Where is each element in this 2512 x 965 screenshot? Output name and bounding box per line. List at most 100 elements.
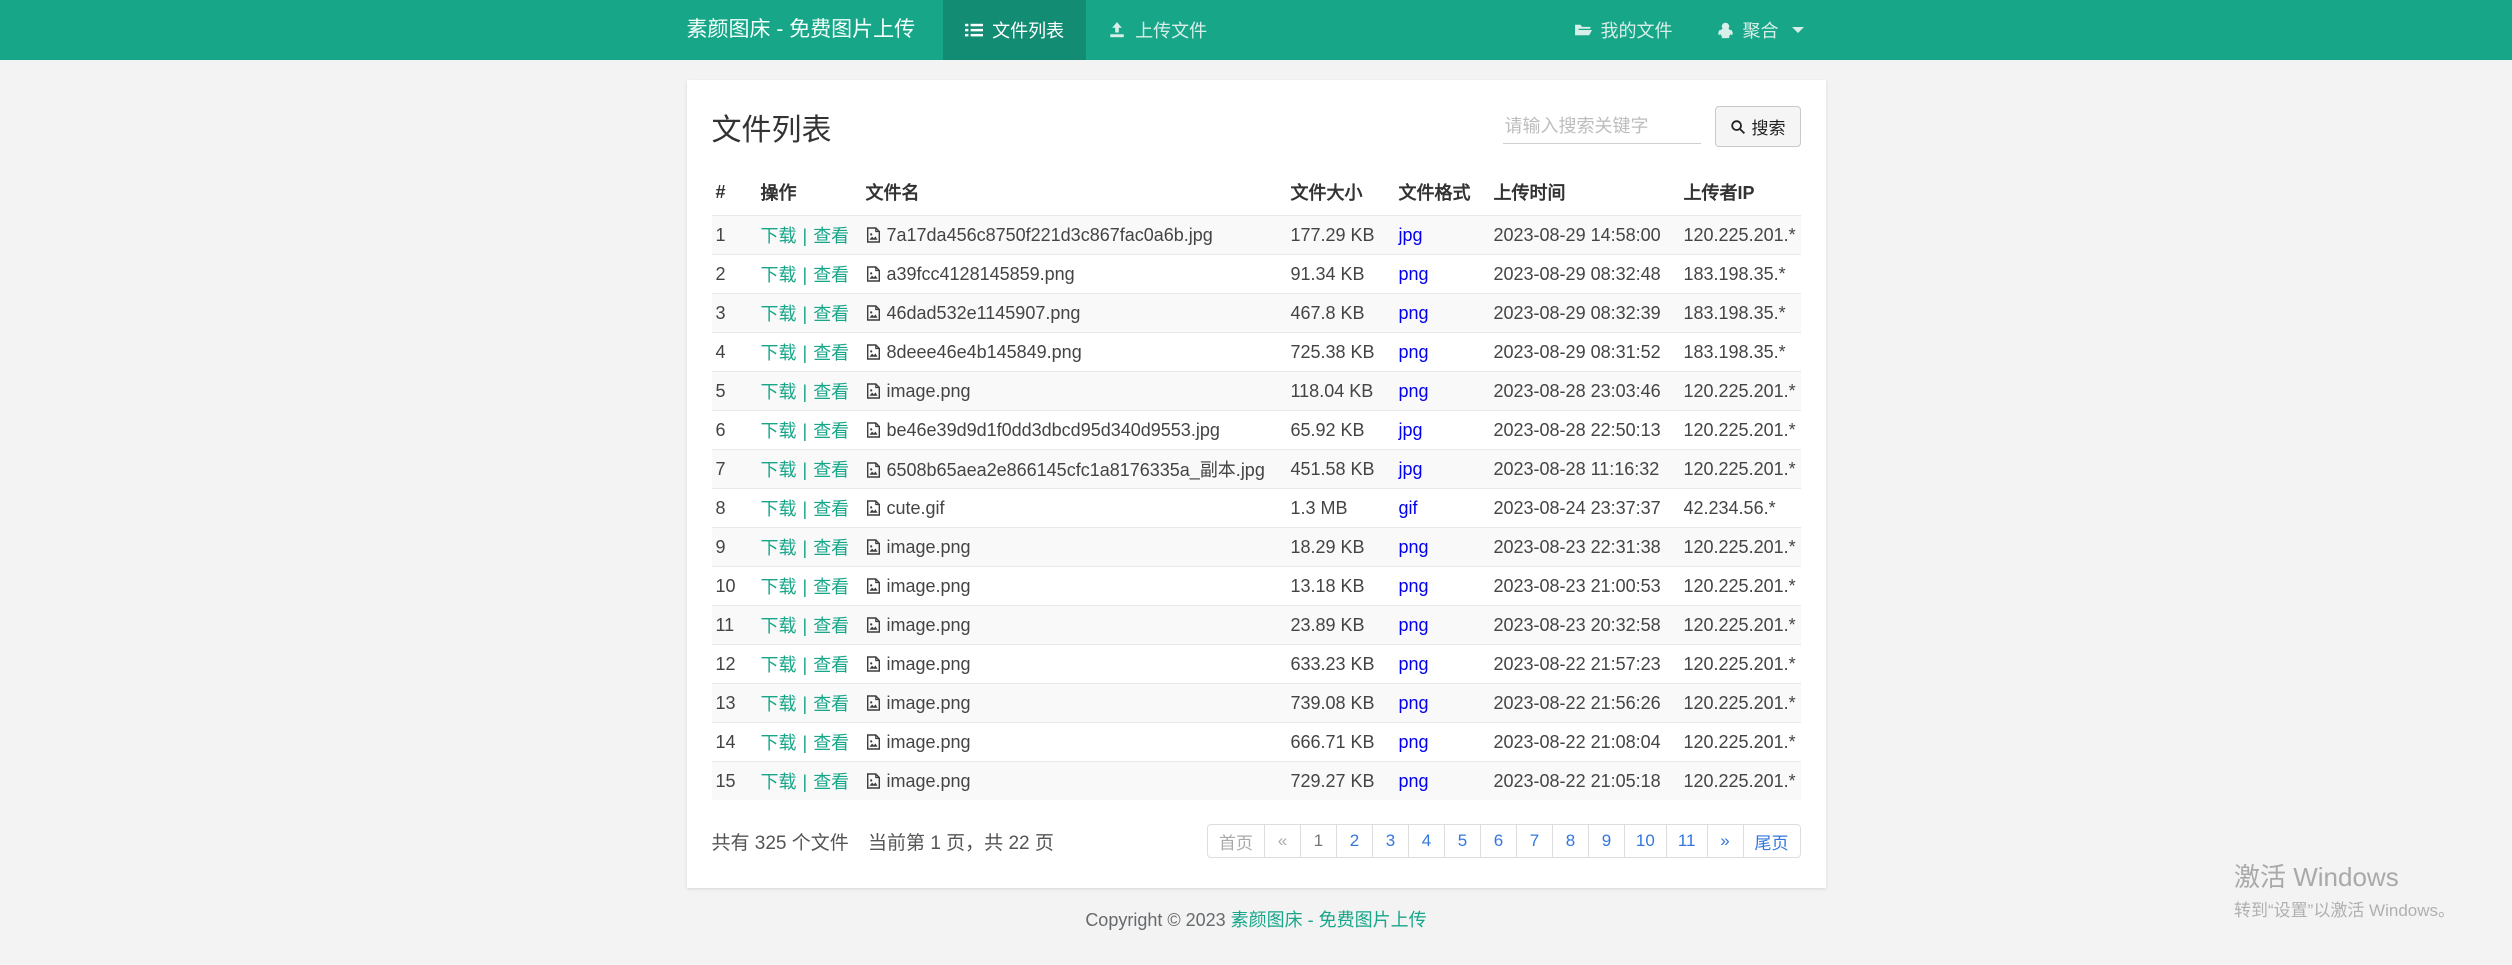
nav-item-file-list[interactable]: 文件列表 <box>943 0 1086 60</box>
view-link[interactable]: 查看 <box>813 382 849 402</box>
download-link[interactable]: 下载 <box>761 382 797 402</box>
file-format-link[interactable]: png <box>1399 576 1429 596</box>
file-size: 666.71 KB <box>1287 723 1395 762</box>
file-format-link[interactable]: jpg <box>1399 459 1423 479</box>
file-format-link[interactable]: png <box>1399 771 1429 791</box>
page-5[interactable]: 5 <box>1444 824 1481 858</box>
page-11[interactable]: 11 <box>1666 824 1708 858</box>
view-link[interactable]: 查看 <box>813 421 849 441</box>
view-link[interactable]: 查看 <box>813 343 849 363</box>
page-2[interactable]: 2 <box>1336 824 1373 858</box>
uploader-ip: 120.225.201.* <box>1680 606 1801 645</box>
row-index: 8 <box>712 489 757 528</box>
download-link[interactable]: 下载 <box>761 265 797 285</box>
table-row: 8 下载|查看 cute.gif 1.3 MB gif 2023-08-24 2… <box>712 489 1801 528</box>
view-link[interactable]: 查看 <box>813 733 849 753</box>
row-actions: 下载|查看 <box>757 645 862 684</box>
file-name: 6508b65aea2e866145cfc1a8176335a_副本.jpg <box>887 460 1265 480</box>
download-link[interactable]: 下载 <box>761 343 797 363</box>
download-link[interactable]: 下载 <box>761 304 797 324</box>
file-format-link[interactable]: png <box>1399 615 1429 635</box>
copyright-text: Copyright © 2023 <box>1085 910 1230 930</box>
search-button[interactable]: 搜索 <box>1715 106 1801 147</box>
file-image-icon <box>866 656 881 672</box>
download-link[interactable]: 下载 <box>761 421 797 441</box>
list-icon <box>965 21 983 39</box>
file-format-link[interactable]: png <box>1399 732 1429 752</box>
download-link[interactable]: 下载 <box>761 226 797 246</box>
file-name-cell: image.png <box>862 684 1287 723</box>
file-format-link[interactable]: png <box>1399 654 1429 674</box>
file-size: 729.27 KB <box>1287 762 1395 801</box>
footer-site-link[interactable]: 素颜图床 - 免费图片上传 <box>1231 910 1427 930</box>
download-link[interactable]: 下载 <box>761 694 797 714</box>
file-image-icon <box>866 422 881 438</box>
download-link[interactable]: 下载 <box>761 460 797 480</box>
page-8[interactable]: 8 <box>1552 824 1589 858</box>
nav-item-label: 上传文件 <box>1135 17 1207 43</box>
file-format-link[interactable]: jpg <box>1399 420 1423 440</box>
nav-item-aggregate[interactable]: 聚合 <box>1695 0 1826 60</box>
file-name-cell: a39fcc4128145859.png <box>862 255 1287 294</box>
page-3[interactable]: 3 <box>1372 824 1409 858</box>
view-link[interactable]: 查看 <box>813 694 849 714</box>
download-link[interactable]: 下载 <box>761 577 797 597</box>
file-format-link[interactable]: png <box>1399 381 1429 401</box>
page-4[interactable]: 4 <box>1408 824 1445 858</box>
view-link[interactable]: 查看 <box>813 538 849 558</box>
nav-item-my-files[interactable]: 我的文件 <box>1552 0 1695 60</box>
view-link[interactable]: 查看 <box>813 304 849 324</box>
page-9[interactable]: 9 <box>1588 824 1625 858</box>
page-last[interactable]: 尾页 <box>1743 824 1801 858</box>
page-6[interactable]: 6 <box>1480 824 1517 858</box>
table-row: 15 下载|查看 image.png 729.27 KB png 2023-08… <box>712 762 1801 801</box>
search-box: 搜索 <box>1503 106 1801 147</box>
row-index: 10 <box>712 567 757 606</box>
file-format-link[interactable]: png <box>1399 303 1429 323</box>
file-format-link[interactable]: png <box>1399 342 1429 362</box>
brand[interactable]: 素颜图床 - 免费图片上传 <box>687 0 916 60</box>
row-actions: 下载|查看 <box>757 333 862 372</box>
nav-item-label: 我的文件 <box>1601 17 1673 43</box>
column-header-time: 上传时间 <box>1490 173 1680 216</box>
view-link[interactable]: 查看 <box>813 655 849 675</box>
download-link[interactable]: 下载 <box>761 499 797 519</box>
file-format-link[interactable]: jpg <box>1399 225 1423 245</box>
file-image-icon <box>866 617 881 633</box>
view-link[interactable]: 查看 <box>813 226 849 246</box>
uploader-ip: 120.225.201.* <box>1680 684 1801 723</box>
download-link[interactable]: 下载 <box>761 772 797 792</box>
file-name: 46dad532e1145907.png <box>887 303 1081 323</box>
download-link[interactable]: 下载 <box>761 538 797 558</box>
view-link[interactable]: 查看 <box>813 772 849 792</box>
page-next[interactable]: » <box>1707 824 1744 858</box>
file-format-link[interactable]: png <box>1399 537 1429 557</box>
view-link[interactable]: 查看 <box>813 265 849 285</box>
action-separator: | <box>803 538 808 558</box>
pagination: 首页«1234567891011»尾页 <box>1207 824 1801 858</box>
nav-item-upload[interactable]: 上传文件 <box>1086 0 1229 60</box>
upload-time: 2023-08-23 20:32:58 <box>1490 606 1680 645</box>
row-actions: 下载|查看 <box>757 294 862 333</box>
file-format-cell: jpg <box>1395 450 1490 489</box>
view-link[interactable]: 查看 <box>813 460 849 480</box>
file-size: 177.29 KB <box>1287 216 1395 255</box>
download-link[interactable]: 下载 <box>761 733 797 753</box>
page-10[interactable]: 10 <box>1624 824 1667 858</box>
table-row: 10 下载|查看 image.png 13.18 KB png 2023-08-… <box>712 567 1801 606</box>
view-link[interactable]: 查看 <box>813 616 849 636</box>
view-link[interactable]: 查看 <box>813 499 849 519</box>
file-format-link[interactable]: png <box>1399 693 1429 713</box>
view-link[interactable]: 查看 <box>813 577 849 597</box>
page-1[interactable]: 1 <box>1300 824 1337 858</box>
search-button-label: 搜索 <box>1752 114 1786 139</box>
file-format-cell: png <box>1395 333 1490 372</box>
download-link[interactable]: 下载 <box>761 655 797 675</box>
search-input[interactable] <box>1503 110 1701 144</box>
file-format-link[interactable]: png <box>1399 264 1429 284</box>
file-name: image.png <box>887 576 971 596</box>
file-format-link[interactable]: gif <box>1399 498 1418 518</box>
page-7[interactable]: 7 <box>1516 824 1553 858</box>
row-actions: 下载|查看 <box>757 372 862 411</box>
download-link[interactable]: 下载 <box>761 616 797 636</box>
